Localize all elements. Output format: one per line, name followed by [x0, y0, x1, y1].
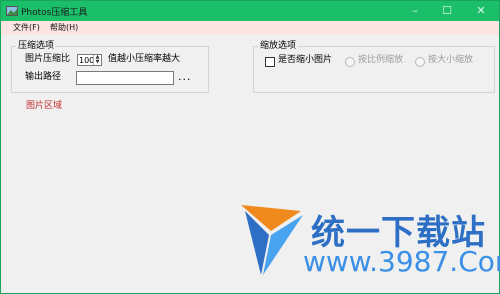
window-title: Photos压缩工具	[21, 8, 88, 18]
scale-by-ratio-label: 按比例缩放	[358, 55, 404, 65]
compression-group-title: 压缩选项	[16, 41, 57, 52]
close-button[interactable]: ✕	[467, 1, 495, 21]
watermark: 统一下载站 www.3987.Com	[233, 197, 500, 283]
app-window: Photos压缩工具 – ☐ ✕ 文件(F) 帮助(H) 压缩选项 图片压缩比 …	[0, 0, 500, 294]
output-path-label: 输出路径	[25, 72, 62, 82]
shrink-image-label: 是否缩小图片	[278, 55, 333, 65]
ratio-hint: 值越小压缩率越大	[108, 54, 181, 64]
ratio-stepper[interactable]: 100 ▲ ▼	[77, 54, 102, 66]
maximize-button[interactable]: ☐	[433, 1, 461, 21]
scale-by-size-label: 按大小缩放	[428, 55, 474, 65]
stepper-down-icon[interactable]: ▼	[94, 60, 101, 65]
ratio-value: 100	[79, 56, 95, 65]
ratio-label: 图片压缩比	[25, 54, 71, 64]
image-area-label: 图片区域	[26, 101, 63, 111]
scale-group-title: 缩放选项	[258, 41, 299, 52]
menu-help[interactable]: 帮助(H)	[50, 22, 78, 33]
menu-bar: 文件(F) 帮助(H)	[1, 21, 499, 35]
scale-by-size-radio[interactable]	[415, 57, 425, 67]
browse-button[interactable]: ...	[178, 71, 192, 82]
watermark-url: www.3987.Com	[303, 245, 500, 278]
scale-by-ratio-radio[interactable]	[345, 57, 355, 67]
stepper-arrows[interactable]: ▲ ▼	[93, 55, 101, 65]
minimize-button[interactable]: –	[401, 1, 429, 21]
app-icon	[6, 6, 18, 16]
title-bar[interactable]: Photos压缩工具 – ☐ ✕	[1, 1, 499, 21]
watermark-logo-icon	[241, 205, 303, 275]
scale-options-group: 缩放选项 是否缩小图片 按比例缩放 按大小缩放	[253, 41, 495, 93]
compression-options-group: 压缩选项 图片压缩比 100 ▲ ▼ 值越小压缩率越大 输出路径 ...	[11, 41, 209, 93]
output-path-input[interactable]	[76, 71, 174, 85]
shrink-image-checkbox[interactable]	[265, 57, 275, 67]
menu-file[interactable]: 文件(F)	[13, 22, 40, 33]
